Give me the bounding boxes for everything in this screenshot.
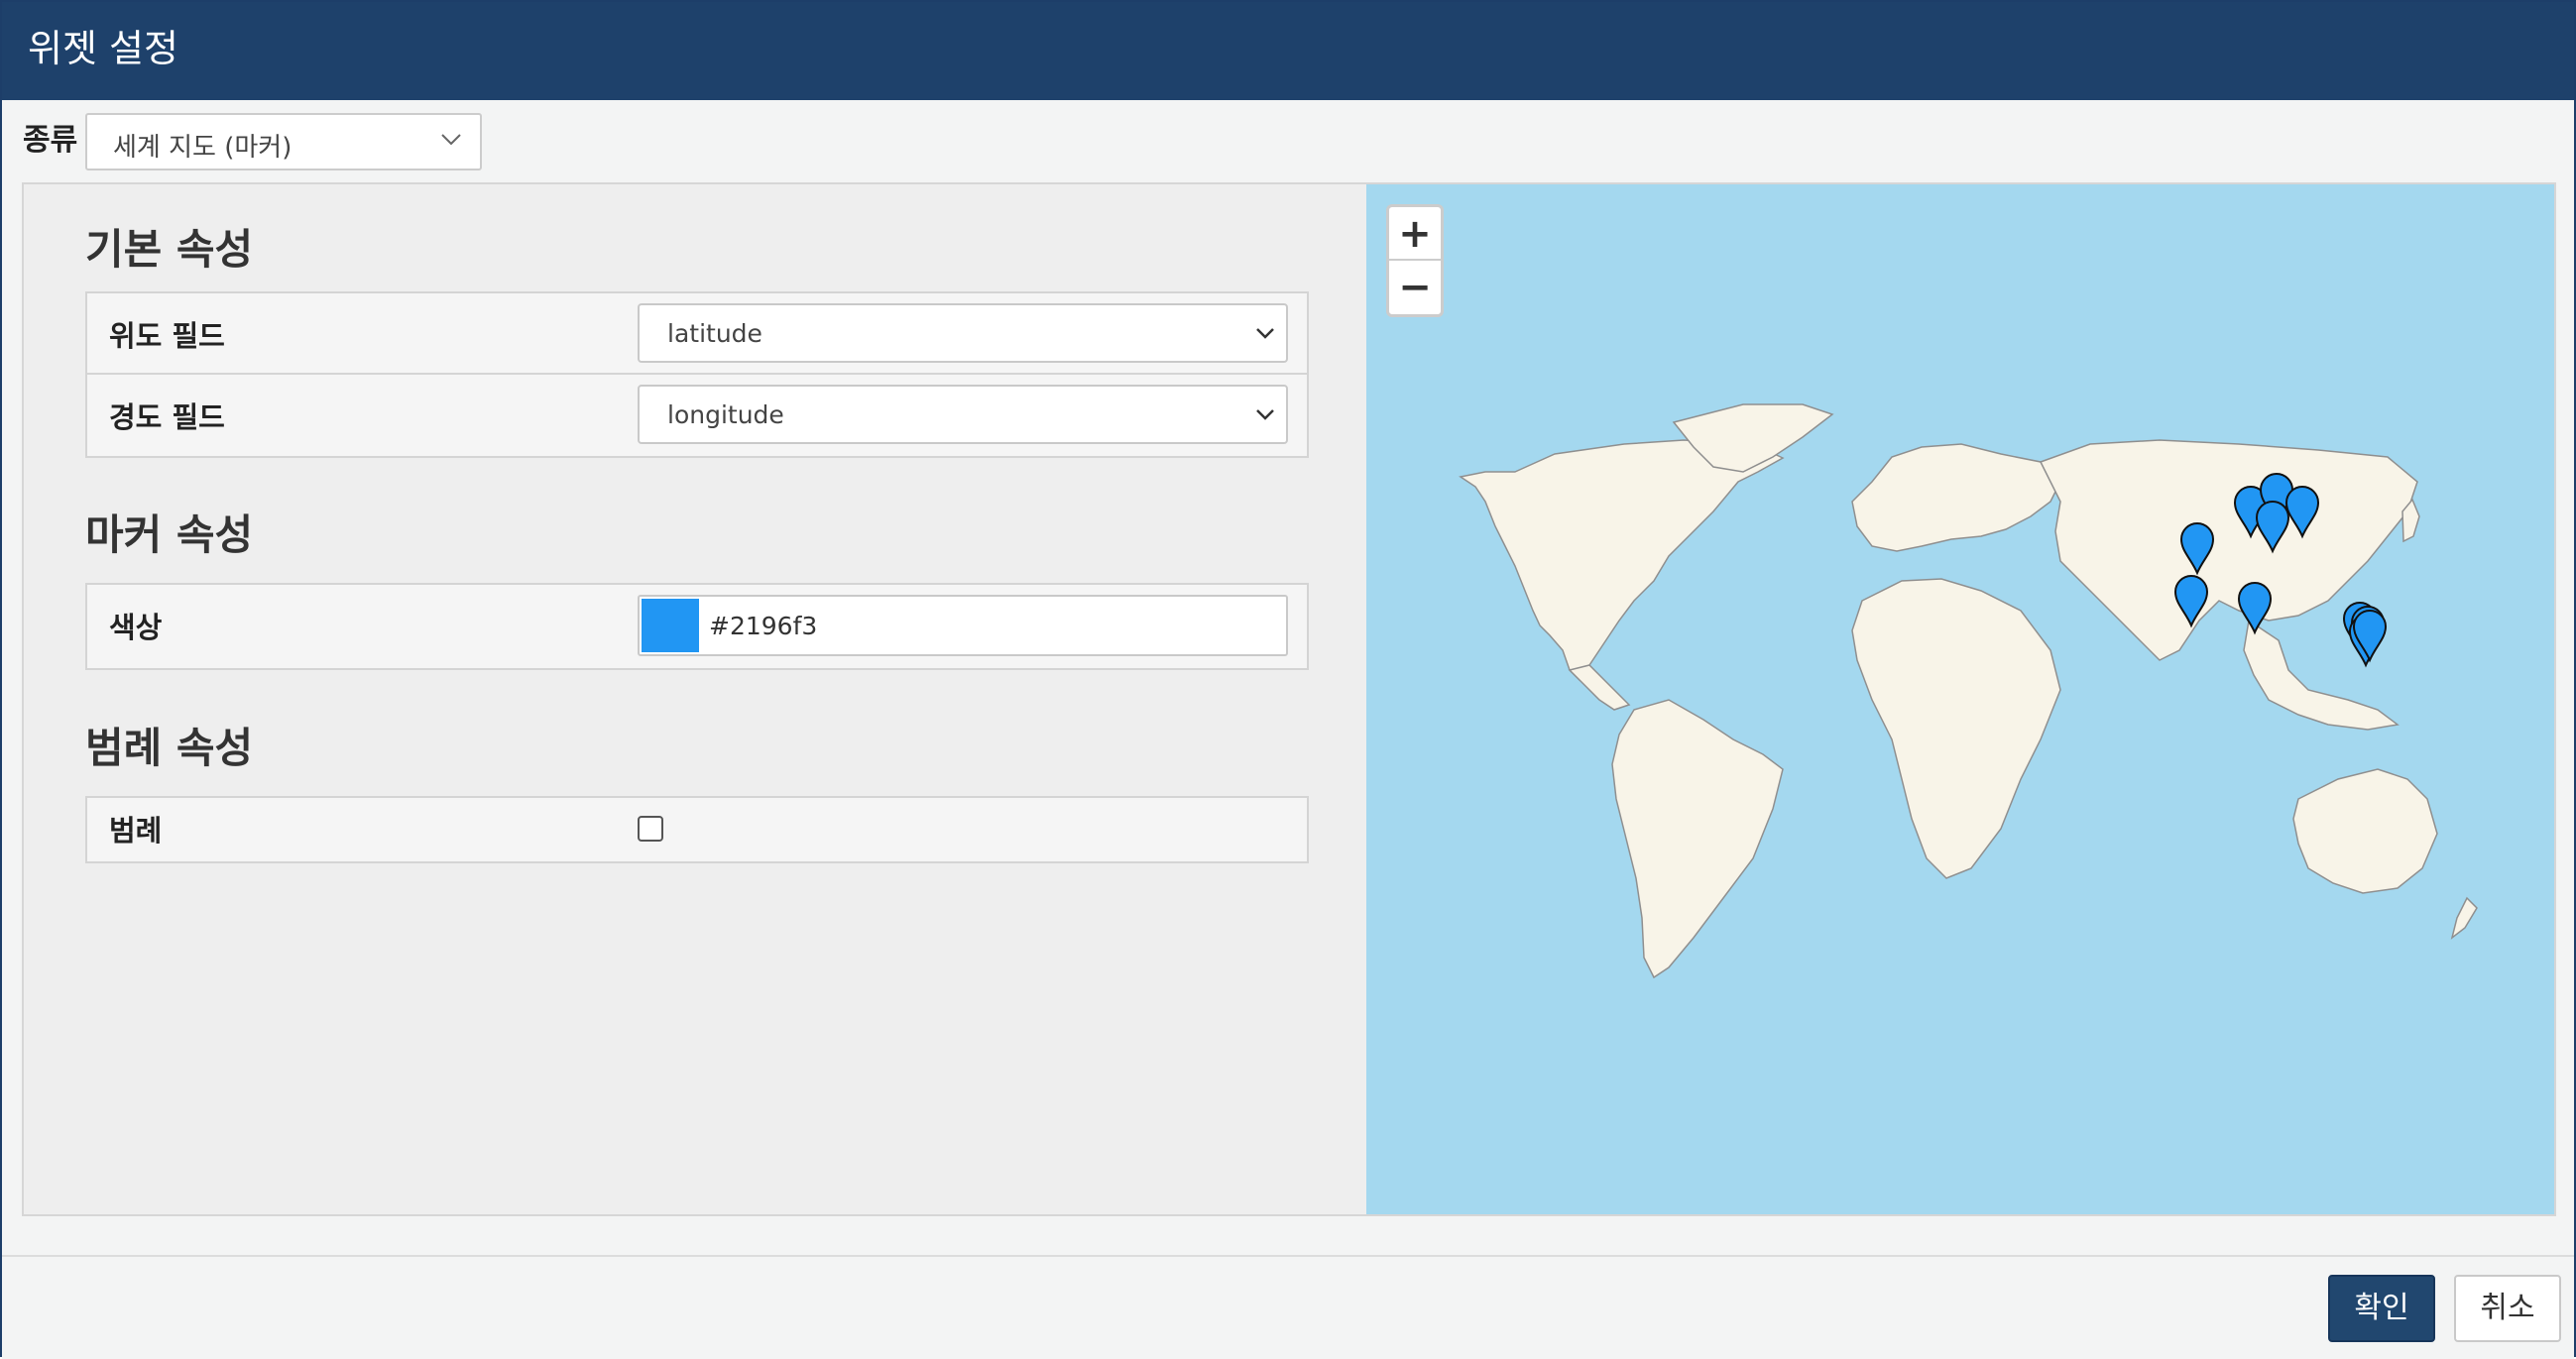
kind-select[interactable]: 세계 지도 (마커) [85,113,482,170]
longitude-field-row: 경도 필드 longitude [87,375,1307,456]
chevron-down-icon [441,134,461,146]
legend-label: 범례 [109,814,163,848]
ok-button[interactable]: 확인 [2328,1275,2435,1342]
landmass-south-america [1611,699,1784,979]
landmass-central-america [1568,664,1631,711]
section-title-basic: 기본 속성 [85,225,254,274]
longitude-field-label: 경도 필드 [109,400,225,434]
landmass-new-zealand [2450,896,2478,940]
landmass-north-america [1459,439,1785,682]
kind-select-value: 세계 지도 (마커) [113,133,293,163]
color-row: 색상 #2196f3 [87,585,1307,668]
zoom-out-button[interactable]: − [1389,261,1441,314]
continents [1459,403,2478,979]
world-map-svg[interactable] [1366,184,2554,1214]
color-input[interactable]: #2196f3 [638,595,1288,656]
legend-checkbox[interactable] [638,816,663,842]
section-title-legend: 범례 속성 [85,724,254,772]
settings-panel: 기본 속성 위도 필드 latitude 경도 필드 longitude 마커 … [22,182,2556,1216]
latitude-field-value: latitude [667,319,762,348]
basic-properties-table: 위도 필드 latitude 경도 필드 longitude [85,291,1309,458]
dialog-titlebar: 위젯 설정 [2,2,2574,100]
latitude-field-label: 위도 필드 [109,319,225,353]
world-map-preview[interactable]: + − [1366,184,2554,1214]
color-value: #2196f3 [709,612,818,640]
cancel-button[interactable]: 취소 [2454,1275,2561,1342]
map-marker[interactable] [2237,582,2273,635]
section-title-marker: 마커 속성 [85,510,254,559]
chevron-down-icon [1256,328,1274,339]
legend-row: 범례 [87,798,1307,861]
color-label: 색상 [109,611,163,644]
latitude-field-select[interactable]: latitude [638,303,1288,363]
landmass-africa [1851,578,2061,879]
legend-properties-table: 범례 [85,796,1309,863]
kind-label: 종류 [23,123,78,158]
dialog-title: 위젯 설정 [28,27,178,70]
zoom-in-button[interactable]: + [1389,207,1441,261]
properties-panel: 기본 속성 위도 필드 latitude 경도 필드 longitude 마커 … [24,184,1366,1214]
dialog-footer: 확인 취소 [2,1255,2574,1359]
longitude-field-select[interactable]: longitude [638,385,1288,444]
color-swatch[interactable] [642,599,699,652]
longitude-field-value: longitude [667,400,784,429]
landmass-europe [1851,443,2061,552]
zoom-control: + − [1386,204,1444,317]
latitude-field-row: 위도 필드 latitude [87,293,1307,375]
widget-settings-dialog: 위젯 설정 종류 세계 지도 (마커) 기본 속성 위도 필드 latitude [0,0,2576,1359]
marker-properties-table: 색상 #2196f3 [85,583,1309,670]
chevron-down-icon [1256,409,1274,420]
landmass-australia [2292,768,2438,894]
